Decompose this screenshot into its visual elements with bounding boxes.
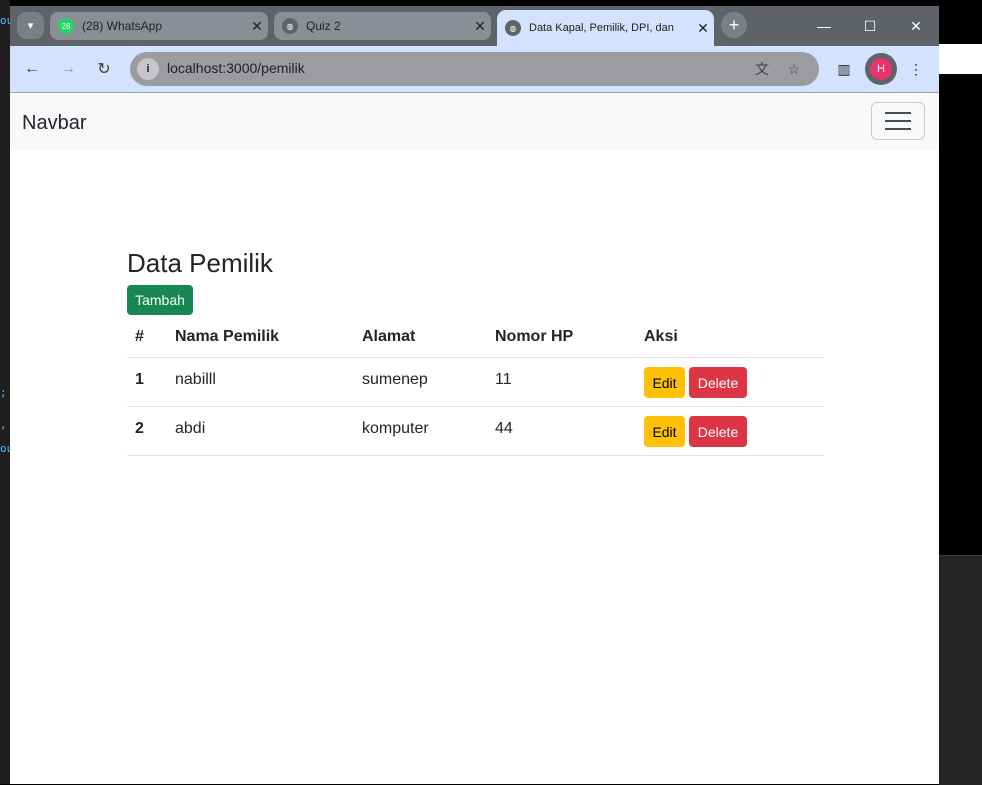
arrow-left-icon: ← — [24, 60, 40, 77]
delete-button[interactable]: Delete — [689, 367, 747, 398]
cell-nama: nabilll — [175, 371, 216, 388]
close-window-button[interactable]: ✕ — [893, 12, 939, 40]
tab-whatsapp[interactable]: 28 (28) WhatsApp ✕ — [50, 12, 268, 40]
translate-icon[interactable]: 文 — [751, 58, 773, 80]
cell-nama: abdi — [175, 420, 206, 437]
row-number: 1 — [135, 371, 144, 388]
row-number: 2 — [135, 420, 144, 437]
reload-button[interactable]: ↻ — [91, 56, 117, 82]
address-bar[interactable]: i localhost:3000/pemilik 文 ☆ — [130, 52, 819, 86]
forward-button[interactable]: → — [55, 56, 81, 82]
cell-alamat: komputer — [362, 420, 429, 437]
tab-title: Data Kapal, Pemilik, DPI, dan — [529, 22, 674, 34]
avatar: H — [870, 58, 892, 80]
navbar-toggler-button[interactable] — [871, 102, 925, 140]
close-tab-icon[interactable]: ✕ — [246, 18, 268, 35]
hamburger-icon-line — [885, 112, 911, 114]
new-tab-button[interactable]: + — [721, 12, 747, 38]
bookmark-star-icon[interactable]: ☆ — [783, 58, 805, 80]
close-tab-icon[interactable]: ✕ — [692, 20, 714, 37]
plus-icon: + — [728, 14, 740, 35]
column-header: Nama Pemilik — [175, 328, 280, 345]
data-table: # Nama Pemilik Alamat Nomor HP Aksi 1 na… — [127, 317, 824, 456]
background-strip — [939, 44, 982, 74]
column-header: Nomor HP — [495, 328, 574, 345]
cell-nomor-hp: 44 — [495, 420, 513, 437]
column-header: Alamat — [362, 328, 416, 345]
column-header: Aksi — [644, 328, 678, 345]
tab-title: Quiz 2 — [306, 19, 341, 33]
chevron-down-icon: ▾ — [27, 20, 34, 32]
table-header-row: # Nama Pemilik Alamat Nomor HP Aksi — [127, 317, 824, 358]
whatsapp-icon: 28 — [58, 18, 74, 34]
tab-quiz[interactable]: ◍ Quiz 2 ✕ — [274, 12, 491, 40]
globe-icon: ◍ — [505, 20, 521, 36]
column-header: # — [135, 328, 144, 345]
site-info-icon[interactable]: i — [137, 58, 159, 80]
tab-strip: ▾ 28 (28) WhatsApp ✕ ◍ Quiz 2 ✕ ◍ Data K… — [10, 6, 939, 46]
arrow-right-icon: → — [60, 60, 76, 77]
url-text: localhost:3000/pemilik — [167, 60, 305, 76]
add-button[interactable]: Tambah — [127, 285, 193, 315]
tab-badge: 28 — [61, 21, 71, 31]
browser-toolbar: ← → ↻ i localhost:3000/pemilik 文 ☆ ▥ H ⋮ — [10, 46, 939, 92]
tab-title: (28) WhatsApp — [82, 19, 163, 33]
background-text: ; — [0, 386, 7, 399]
close-icon: ✕ — [910, 17, 922, 34]
site-navbar: Navbar — [10, 92, 939, 150]
maximize-button[interactable]: ☐ — [847, 12, 893, 40]
table-row: 1 nabilll sumenep 11 Edit Delete — [127, 358, 824, 407]
background-window-right — [939, 0, 982, 785]
tab-search-button[interactable]: ▾ — [17, 12, 44, 39]
navbar-brand[interactable]: Navbar — [22, 112, 86, 135]
browser-window: ▾ 28 (28) WhatsApp ✕ ◍ Quiz 2 ✕ ◍ Data K… — [10, 6, 939, 784]
edit-button[interactable]: Edit — [644, 367, 685, 398]
globe-icon: ◍ — [282, 18, 298, 34]
back-button[interactable]: ← — [19, 56, 45, 82]
hamburger-icon-line — [885, 128, 911, 130]
profile-button[interactable]: H — [865, 53, 897, 85]
hamburger-icon-line — [885, 120, 911, 122]
minimize-icon: — — [817, 18, 831, 34]
background-text: , — [0, 418, 7, 431]
delete-button[interactable]: Delete — [689, 416, 747, 447]
minimize-button[interactable]: — — [801, 12, 847, 40]
background-editor-left: ou ; , ou — [0, 0, 13, 784]
table-row: 2 abdi komputer 44 Edit Delete — [127, 407, 824, 456]
page-viewport: Navbar Data Pemilik Tambah # Nama Pemili… — [10, 92, 939, 784]
tab-data-pemilik[interactable]: ◍ Data Kapal, Pemilik, DPI, dan ✕ — [497, 10, 714, 46]
side-panel-icon[interactable]: ▥ — [831, 56, 857, 82]
cell-nomor-hp: 11 — [495, 371, 512, 388]
edit-button[interactable]: Edit — [644, 416, 685, 447]
more-menu-icon[interactable]: ⋮ — [903, 56, 929, 82]
reload-icon: ↻ — [97, 61, 111, 78]
maximize-icon: ☐ — [863, 17, 877, 34]
cell-alamat: sumenep — [362, 371, 428, 388]
background-panel — [939, 555, 982, 785]
close-tab-icon[interactable]: ✕ — [469, 18, 491, 35]
page-title: Data Pemilik — [127, 248, 273, 278]
